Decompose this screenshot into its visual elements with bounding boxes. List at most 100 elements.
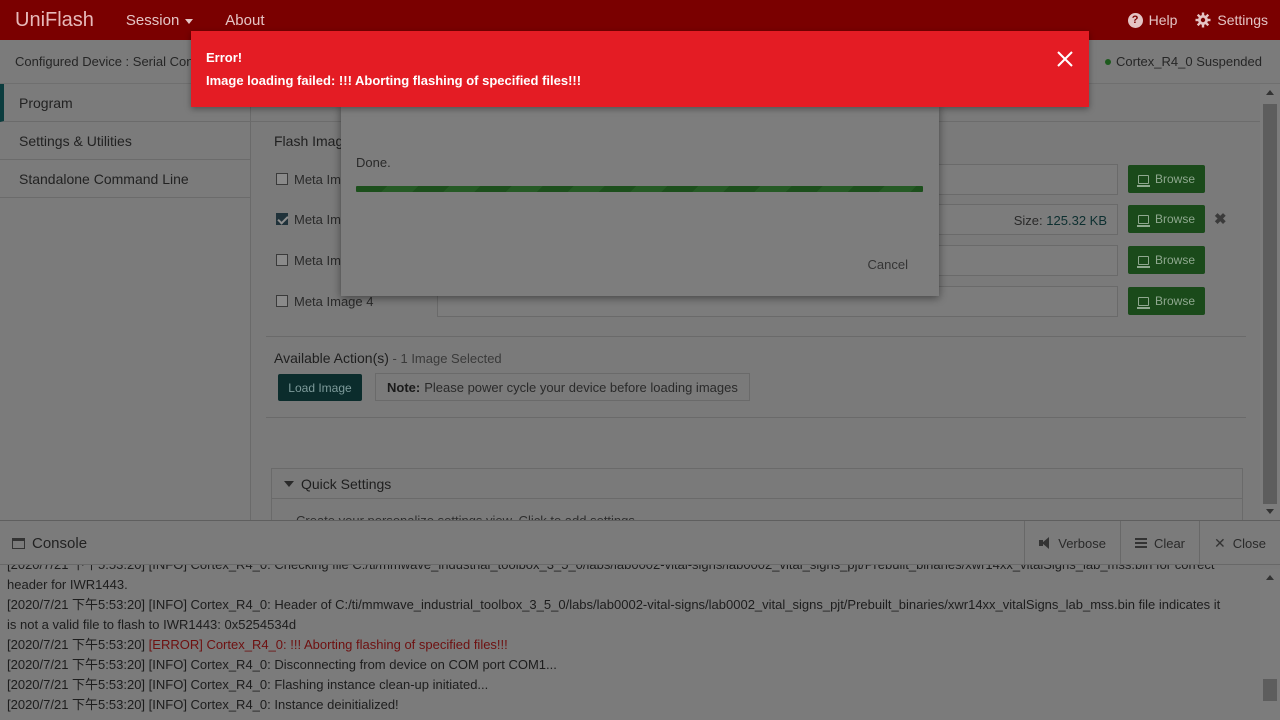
console-title-label: Console <box>32 535 88 552</box>
console-header: Console Verbose Clear ✕ Close <box>0 521 1280 565</box>
settings-button[interactable]: Settings <box>1195 12 1268 28</box>
cancel-button[interactable]: Cancel <box>868 257 908 272</box>
drive-icon <box>1136 174 1150 187</box>
available-actions-title: Available Action(s) - 1 Image Selected <box>274 350 502 366</box>
log-line-error: [2020/7/21 下午5:53:20] [ERROR] Cortex_R4_… <box>7 635 1252 655</box>
log-line: header for IWR1443. <box>7 577 128 592</box>
console-panel: [2020/7/21 下午5:53:20] [INFO] Cortex_R4_0… <box>0 520 1280 720</box>
note-label: Note: <box>387 379 421 395</box>
status-dot-icon <box>1105 58 1111 65</box>
verbose-button[interactable]: Verbose <box>1024 521 1120 565</box>
divider <box>266 336 1246 337</box>
console-toolbar: Verbose Clear ✕ Close <box>1024 521 1280 565</box>
core-status: Cortex_R4_0 Suspended <box>1105 54 1262 69</box>
console-log: [2020/7/21 下午5:53:20] [INFO] Cortex_R4_0… <box>7 555 1252 720</box>
log-line: is not a valid file to flash to IWR1443:… <box>7 617 297 632</box>
main-scrollbar[interactable] <box>1260 84 1280 520</box>
image-size: Size: 125.32 KB <box>1014 213 1107 228</box>
scroll-up-icon[interactable] <box>1266 575 1274 580</box>
help-button[interactable]: ? Help <box>1127 12 1178 28</box>
image-label: Meta Im <box>294 253 341 268</box>
caret-down-icon <box>284 480 294 487</box>
close-icon: ✕ <box>1214 534 1226 551</box>
core-status-label: Cortex_R4_0 Suspended <box>1116 54 1262 69</box>
image-checkbox[interactable] <box>276 213 288 225</box>
log-line-prefix: [2020/7/21 下午5:53:20] <box>7 637 149 652</box>
browse-button[interactable]: Browse <box>1128 165 1205 193</box>
chevron-down-icon <box>185 18 194 24</box>
power-cycle-note: Note: Please power cycle your device bef… <box>375 373 750 401</box>
gear-icon <box>1195 12 1211 28</box>
remove-image-icon[interactable]: ✖ <box>1214 210 1227 228</box>
note-text: Please power cycle your device before lo… <box>424 379 738 395</box>
close-icon[interactable] <box>1055 49 1075 69</box>
menu-session[interactable]: Session <box>125 11 194 29</box>
sidebar-item-label: Standalone Command Line <box>19 170 189 187</box>
clear-lines-icon <box>1134 538 1147 548</box>
browse-button[interactable]: Browse <box>1128 205 1205 233</box>
configured-device: Configured Device : Serial Con <box>15 54 194 69</box>
verbose-label: Verbose <box>1058 535 1106 551</box>
speaker-icon <box>1039 537 1051 549</box>
image-checkbox[interactable] <box>276 295 288 307</box>
progress-dialog: Done. Cancel <box>341 104 939 296</box>
image-label: Meta Image 4 <box>294 294 374 309</box>
quick-settings-title: Quick Settings <box>301 475 392 492</box>
flash-images-title: Flash Imag <box>274 133 344 149</box>
close-label: Close <box>1232 535 1266 551</box>
scroll-down-icon[interactable] <box>1266 509 1274 514</box>
image-checkbox[interactable] <box>276 173 288 185</box>
console-title: Console <box>12 535 87 552</box>
drive-icon <box>1136 296 1150 309</box>
log-line: [2020/7/21 下午5:53:20] [INFO] Cortex_R4_0… <box>7 677 489 692</box>
browse-label: Browse <box>1154 253 1195 267</box>
sidebar-item-label: Program <box>19 94 73 111</box>
close-console-button[interactable]: ✕ Close <box>1199 521 1280 565</box>
quick-settings-hint[interactable]: Create your personalize settings view. C… <box>272 499 1242 521</box>
browse-label: Browse <box>1154 294 1195 308</box>
help-label: Help <box>1148 12 1178 28</box>
toast-message: Image loading failed: !!! Aborting flash… <box>206 73 582 88</box>
app-brand: UniFlash <box>15 8 94 31</box>
browse-label: Browse <box>1154 172 1195 186</box>
clear-button[interactable]: Clear <box>1119 521 1199 565</box>
browse-button[interactable]: Browse <box>1128 246 1205 274</box>
image-checkbox[interactable] <box>276 254 288 266</box>
menu-session-label: Session <box>125 11 180 29</box>
log-line: [2020/7/21 下午5:53:20] [INFO] Cortex_R4_0… <box>7 597 1221 612</box>
load-image-button[interactable]: Load Image <box>278 374 362 401</box>
images-selected-count: - 1 Image Selected <box>388 351 502 366</box>
progress-fill <box>356 186 923 192</box>
progress-status: Done. <box>356 155 391 170</box>
sidebar-item-settings-utilities[interactable]: Settings & Utilities <box>0 122 250 160</box>
window-icon <box>12 538 25 549</box>
quick-settings-panel: Quick Settings Create your personalize s… <box>271 468 1243 528</box>
error-toast: Error! Image loading failed: !!! Abortin… <box>191 31 1089 107</box>
scroll-up-icon[interactable] <box>1266 90 1274 95</box>
log-error-text: [ERROR] Cortex_R4_0: !!! Aborting flashi… <box>148 637 508 652</box>
divider <box>266 417 1246 418</box>
available-actions-label: Available Action(s) <box>274 350 389 366</box>
sidebar-item-label: Settings & Utilities <box>19 132 132 149</box>
scroll-thumb[interactable] <box>1263 679 1277 701</box>
menu-about[interactable]: About <box>225 12 264 29</box>
quick-settings-header[interactable]: Quick Settings <box>272 469 1242 499</box>
scroll-thumb[interactable] <box>1263 104 1277 504</box>
log-line: [2020/7/21 下午5:53:20] [INFO] Cortex_R4_0… <box>7 697 399 712</box>
drive-icon <box>1136 214 1150 227</box>
image-size-label: Size: <box>1013 213 1043 228</box>
image-size-value: 125.32 KB <box>1046 213 1107 228</box>
browse-label: Browse <box>1154 212 1195 226</box>
log-line: [2020/7/21 下午5:53:20] [INFO] Cortex_R4_0… <box>7 657 557 672</box>
browse-button[interactable]: Browse <box>1128 287 1205 315</box>
drive-icon <box>1136 255 1150 268</box>
image-label: Meta Im <box>294 212 341 227</box>
clear-label: Clear <box>1153 535 1186 551</box>
sidebar-item-standalone-command-line[interactable]: Standalone Command Line <box>0 160 250 198</box>
settings-label: Settings <box>1217 12 1268 28</box>
sidebar: Program Settings & Utilities Standalone … <box>0 84 251 520</box>
help-icon: ? <box>1127 12 1143 28</box>
console-scrollbar[interactable] <box>1260 569 1280 720</box>
menu-about-label: About <box>225 11 265 29</box>
toast-title: Error! <box>206 50 243 65</box>
